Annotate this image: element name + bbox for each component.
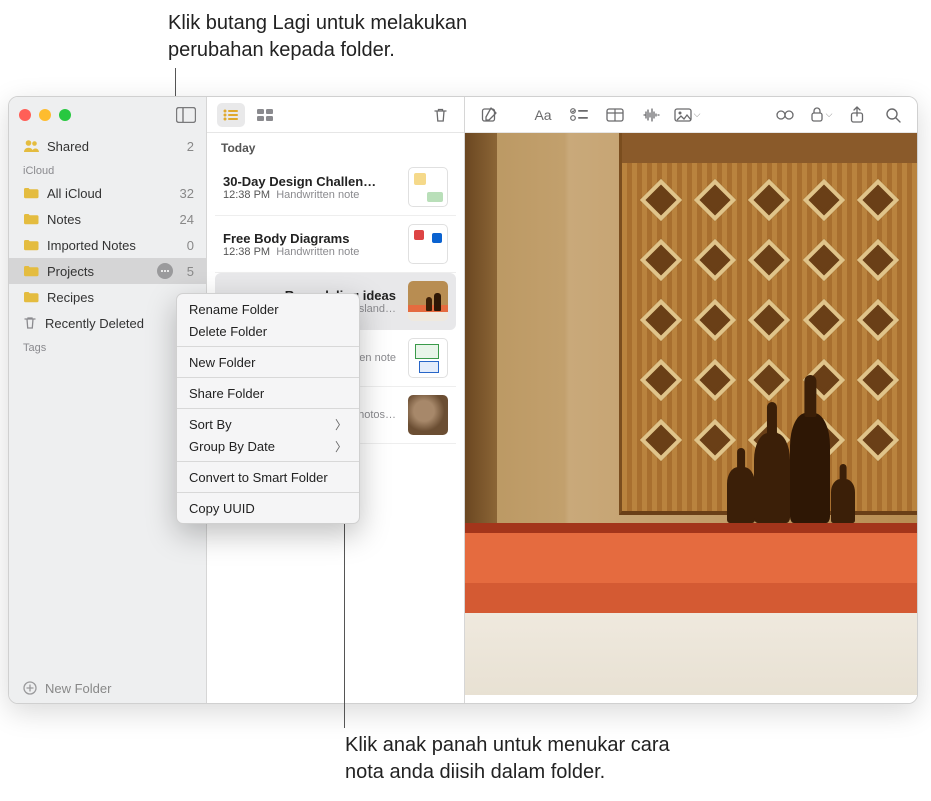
sidebar-item-projects[interactable]: Projects 5 [9,258,206,284]
note-list-toolbar [207,97,464,133]
menu-item-delete-folder[interactable]: Delete Folder [177,320,359,342]
notes-app-window: Shared 2 iCloud All iCloud 32 Notes 24 I… [8,96,918,704]
new-folder-label: New Folder [45,681,111,696]
sidebar-item-count: 0 [187,238,194,253]
lock-icon [810,107,824,122]
audio-button[interactable] [635,103,667,127]
link-icon [775,108,795,122]
callout-top: Klik butang Lagi untuk melakukanperubaha… [168,10,467,64]
note-thumbnail [408,281,448,321]
note-thumbnail [408,338,448,378]
sidebar-item-label: Notes [47,212,172,227]
note-list-item[interactable]: Free Body Diagrams 12:38 PM Handwritten … [215,216,456,273]
sidebar-item-label: All iCloud [47,186,172,201]
window-zoom-button[interactable] [59,109,71,121]
waveform-icon [642,108,660,122]
menu-separator [177,408,359,409]
sidebar-item-shared[interactable]: Shared 2 [9,133,206,159]
editor-toolbar: Aa [465,97,917,133]
menu-separator [177,377,359,378]
sidebar-item-all-icloud[interactable]: All iCloud 32 [9,180,206,206]
sidebar-toggle-icon [176,107,196,123]
menu-item-share-folder[interactable]: Share Folder [177,382,359,404]
shared-icon [23,139,39,153]
editor-content[interactable] [465,133,917,703]
list-view-button[interactable] [217,103,245,127]
compose-button[interactable] [473,103,505,127]
trash-icon [433,107,448,123]
delete-note-button[interactable] [426,103,454,127]
sidebar-item-count: 2 [187,139,194,154]
sidebar-item-imported-notes[interactable]: Imported Notes 0 [9,232,206,258]
menu-separator [177,461,359,462]
note-thumbnail [408,395,448,435]
folder-context-menu: Rename Folder Delete Folder New Folder S… [176,293,360,524]
window-minimize-button[interactable] [39,109,51,121]
search-icon [885,107,901,123]
format-button[interactable]: Aa [527,103,559,127]
share-icon [850,106,864,123]
menu-item-convert-to-smart-folder[interactable]: Convert to Smart Folder [177,466,359,488]
note-subtitle: 12:38 PM Handwritten note [223,189,398,201]
menu-item-group-by-date[interactable]: Group By Date〉 [177,435,359,457]
sidebar-item-count: 32 [180,186,194,201]
menu-item-rename-folder[interactable]: Rename Folder [177,298,359,320]
window-close-button[interactable] [19,109,31,121]
lock-button[interactable] [805,103,837,127]
folder-icon [23,265,39,277]
trash-icon [23,316,37,330]
note-thumbnail [408,224,448,264]
table-icon [606,108,624,122]
grid-view-icon [257,109,273,121]
note-photo [465,133,917,695]
sidebar-item-label: Projects [47,264,149,279]
sidebar-item-label: Shared [47,139,179,154]
ellipsis-icon [160,269,170,273]
note-title: 30-Day Design Challen… [223,174,398,189]
callout-bottom: Klik anak panah untuk menukar caranota a… [345,732,670,786]
sidebar-item-label: Recipes [47,290,186,305]
checklist-icon [570,108,588,122]
sidebar-section-icloud: iCloud [9,159,206,180]
chevron-right-icon: 〉 [335,438,347,455]
note-list-item[interactable]: 30-Day Design Challen… 12:38 PM Handwrit… [215,159,456,216]
folder-icon [23,187,39,199]
new-folder-button[interactable]: New Folder [9,673,206,703]
menu-item-sort-by[interactable]: Sort By〉 [177,413,359,435]
plus-circle-icon [23,681,37,695]
format-icon: Aa [534,107,551,123]
folder-more-button[interactable] [157,263,173,279]
note-thumbnail [408,167,448,207]
share-button[interactable] [841,103,873,127]
link-button[interactable] [769,103,801,127]
menu-separator [177,492,359,493]
chevron-right-icon: 〉 [335,416,347,433]
menu-item-copy-uuid[interactable]: Copy UUID [177,497,359,519]
media-icon [674,108,692,122]
sidebar-item-label: Recently Deleted [45,316,186,331]
window-titlebar [9,97,206,133]
gallery-view-button[interactable] [251,103,279,127]
editor-pane: Aa [465,97,917,703]
folder-icon [23,239,39,251]
note-subtitle: 12:38 PM Handwritten note [223,246,398,258]
folder-icon [23,291,39,303]
note-title: Free Body Diagrams [223,231,398,246]
sidebar-toggle-button[interactable] [176,107,196,123]
sidebar-item-count: 5 [187,264,194,279]
sidebar-item-count: 24 [180,212,194,227]
table-button[interactable] [599,103,631,127]
checklist-button[interactable] [563,103,595,127]
note-list-section-label: Today [207,133,464,159]
list-view-icon [223,109,239,121]
sidebar-item-label: Imported Notes [47,238,179,253]
compose-icon [481,106,498,123]
menu-item-new-folder[interactable]: New Folder [177,351,359,373]
sidebar-item-notes[interactable]: Notes 24 [9,206,206,232]
media-button[interactable] [671,103,703,127]
search-button[interactable] [877,103,909,127]
folder-icon [23,213,39,225]
menu-separator [177,346,359,347]
